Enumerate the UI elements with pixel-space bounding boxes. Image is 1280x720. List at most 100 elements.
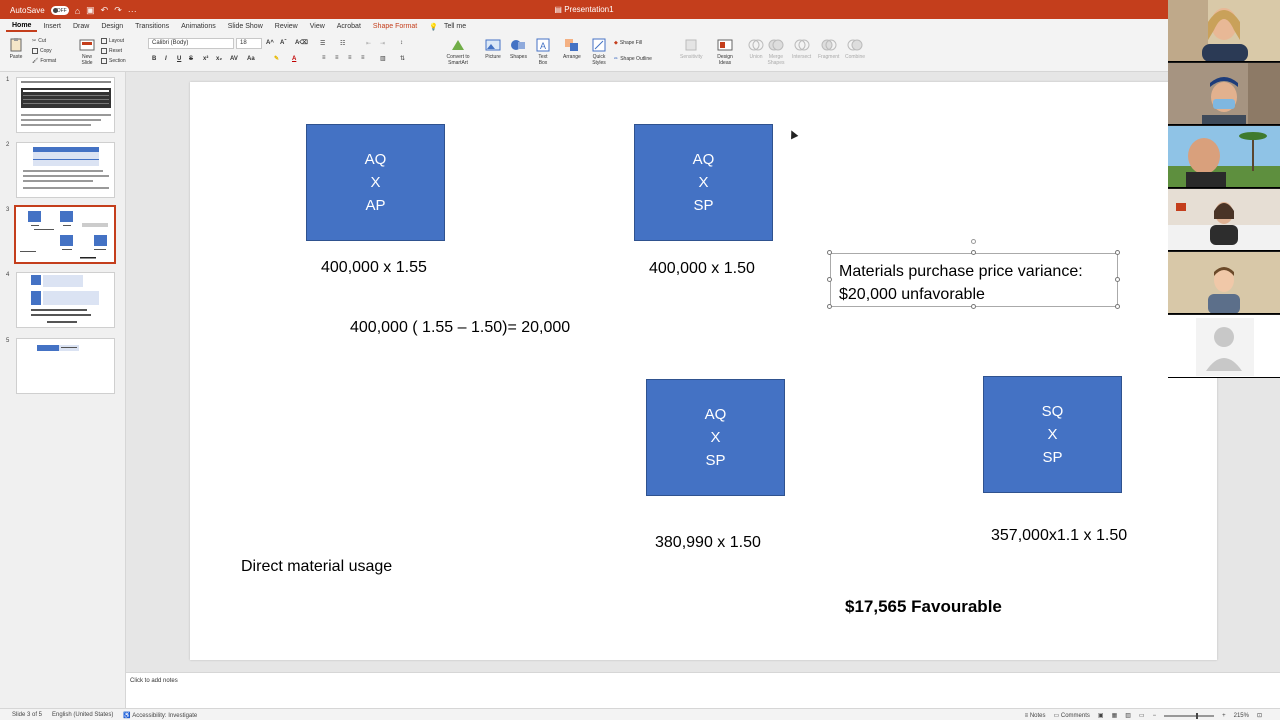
normal-view-icon[interactable]: ▣ [1098, 712, 1104, 719]
tab-animations[interactable]: Animations [175, 23, 222, 30]
bold-icon[interactable]: B [152, 56, 156, 62]
notes-toggle[interactable]: ≡ Notes [1025, 713, 1046, 719]
box-aq-sp-bottom[interactable]: AQ X SP [646, 379, 785, 496]
fragment-button[interactable]: Fragment [818, 38, 839, 60]
participant-video-1[interactable] [1168, 0, 1280, 62]
convert-smartart-button[interactable]: Convert to SmartArt [440, 38, 476, 66]
align-right-icon[interactable]: ≡ [348, 55, 352, 61]
merge-shapes-button[interactable]: Merge Shapes [766, 38, 786, 66]
tab-draw[interactable]: Draw [67, 23, 95, 30]
font-name-select[interactable]: Calibri (Body) [148, 38, 234, 49]
clear-format-icon[interactable]: A⌫ [295, 39, 308, 46]
price-variance-textbox[interactable]: Materials purchase price variance: $20,0… [830, 253, 1118, 307]
participant-video-4[interactable] [1168, 189, 1280, 251]
char-spacing-icon[interactable]: AV [230, 56, 238, 62]
subscript-icon[interactable]: x² [203, 56, 208, 62]
slide-thumbnail-2[interactable] [16, 142, 115, 198]
participant-video-6[interactable] [1168, 315, 1280, 378]
box-aq-ap[interactable]: AQ X AP [306, 124, 445, 241]
numbering-icon[interactable]: ☷ [340, 40, 345, 47]
justify-icon[interactable]: ≡ [361, 55, 365, 61]
line-spacing-icon[interactable]: ↕ [400, 40, 403, 46]
increase-font-icon[interactable]: A^ [266, 40, 274, 46]
tab-insert[interactable]: Insert [37, 23, 67, 30]
new-slide-button[interactable]: New Slide [76, 38, 98, 66]
tab-acrobat[interactable]: Acrobat [331, 23, 367, 30]
tab-review[interactable]: Review [269, 23, 304, 30]
align-center-icon[interactable]: ≡ [335, 55, 339, 61]
section-button[interactable]: Section [101, 58, 126, 64]
participant-video-5[interactable] [1168, 252, 1280, 314]
underline-icon[interactable]: U [177, 56, 181, 62]
box-aq-sp-top[interactable]: AQ X SP [634, 124, 773, 241]
tab-shape-format[interactable]: Shape Format [367, 23, 423, 30]
slide-thumbnail-4[interactable] [16, 272, 115, 328]
text-direction-icon[interactable]: ⇅ [400, 55, 405, 62]
font-size-select[interactable]: 18 [236, 38, 262, 49]
tab-tell-me[interactable]: Tell me [444, 23, 472, 30]
increase-indent-icon[interactable]: ⇥ [380, 40, 385, 47]
superscript-icon[interactable]: x₂ [216, 56, 222, 62]
zoom-slider[interactable] [1164, 712, 1215, 719]
arrange-button[interactable]: Arrange [563, 38, 581, 60]
intersect-button[interactable]: Intersect [792, 38, 811, 60]
resize-handle[interactable] [1115, 250, 1120, 255]
resize-handle[interactable] [827, 304, 832, 309]
columns-icon[interactable]: ▥ [380, 55, 386, 62]
copy-button[interactable]: Copy [32, 48, 52, 54]
resize-handle[interactable] [827, 277, 832, 282]
layout-button[interactable]: Layout [101, 38, 124, 44]
picture-button[interactable]: Picture [485, 38, 501, 60]
shape-outline-button[interactable]: ✏ Shape Outline [614, 56, 652, 62]
decrease-font-icon[interactable]: Aˇ [280, 40, 286, 46]
resize-handle[interactable] [971, 304, 976, 309]
design-ideas-button[interactable]: Design Ideas [716, 38, 734, 66]
accessibility-status[interactable]: ♿ Accessibility: Investigate [123, 712, 197, 719]
reading-view-icon[interactable]: ▥ [1125, 712, 1131, 719]
box-sq-sp[interactable]: SQ X SP [983, 376, 1122, 493]
slide-canvas[interactable]: AQ X AP AQ X SP 400,000 x 1.55 400,000 x… [190, 82, 1217, 660]
slideshow-icon[interactable]: ▭ [1139, 712, 1145, 719]
combine-button[interactable]: Combine [845, 38, 865, 60]
slide-sorter-icon[interactable]: ▦ [1112, 712, 1118, 719]
notes-pane[interactable]: Click to add notes [126, 672, 1280, 708]
resize-handle[interactable] [1115, 304, 1120, 309]
strikethrough-icon[interactable]: S [189, 56, 193, 62]
paste-button[interactable]: Paste [8, 38, 24, 60]
font-color-icon[interactable]: A [292, 56, 296, 62]
slide-thumbnail-5[interactable] [16, 338, 115, 394]
union-button[interactable]: Union [748, 38, 764, 60]
align-left-icon[interactable]: ≡ [322, 55, 326, 61]
highlight-icon[interactable]: ✎ [274, 55, 279, 62]
text-box-button[interactable]: A Text Box [535, 38, 551, 66]
zoom-out-icon[interactable]: − [1153, 713, 1157, 719]
tab-slide-show[interactable]: Slide Show [222, 23, 269, 30]
comments-toggle[interactable]: ▭ Comments [1054, 712, 1090, 719]
tab-design[interactable]: Design [95, 23, 129, 30]
resize-handle[interactable] [1115, 277, 1120, 282]
resize-handle[interactable] [971, 250, 976, 255]
language-indicator[interactable]: English (United States) [52, 712, 113, 719]
participant-video-2[interactable] [1168, 63, 1280, 125]
zoom-level[interactable]: 215% [1234, 713, 1249, 719]
participant-video-3[interactable] [1168, 126, 1280, 188]
cut-button[interactable]: ✂ Cut [32, 38, 46, 44]
tab-home[interactable]: Home [6, 22, 38, 32]
italic-icon[interactable]: I [165, 56, 167, 62]
quick-styles-button[interactable]: Quick Styles [590, 38, 608, 66]
slide-thumbnail-1[interactable] [16, 77, 115, 133]
shape-fill-button[interactable]: ◆ Shape Fill [614, 40, 642, 46]
fit-slide-icon[interactable]: ⊡ [1257, 712, 1262, 719]
tab-transitions[interactable]: Transitions [129, 23, 175, 30]
slide-thumbnail-3[interactable] [14, 205, 116, 264]
rotate-handle[interactable] [971, 239, 976, 244]
reset-button[interactable]: Reset [101, 48, 122, 54]
bullets-icon[interactable]: ☰ [320, 40, 325, 47]
format-painter-button[interactable]: 🖌 Format [32, 58, 56, 64]
shapes-button[interactable]: Shapes [510, 38, 527, 60]
sensitivity-button[interactable]: Sensitivity [680, 38, 703, 60]
decrease-indent-icon[interactable]: ⇤ [366, 40, 371, 47]
resize-handle[interactable] [827, 250, 832, 255]
change-case-icon[interactable]: Aa [247, 56, 255, 62]
tab-view[interactable]: View [304, 23, 331, 30]
